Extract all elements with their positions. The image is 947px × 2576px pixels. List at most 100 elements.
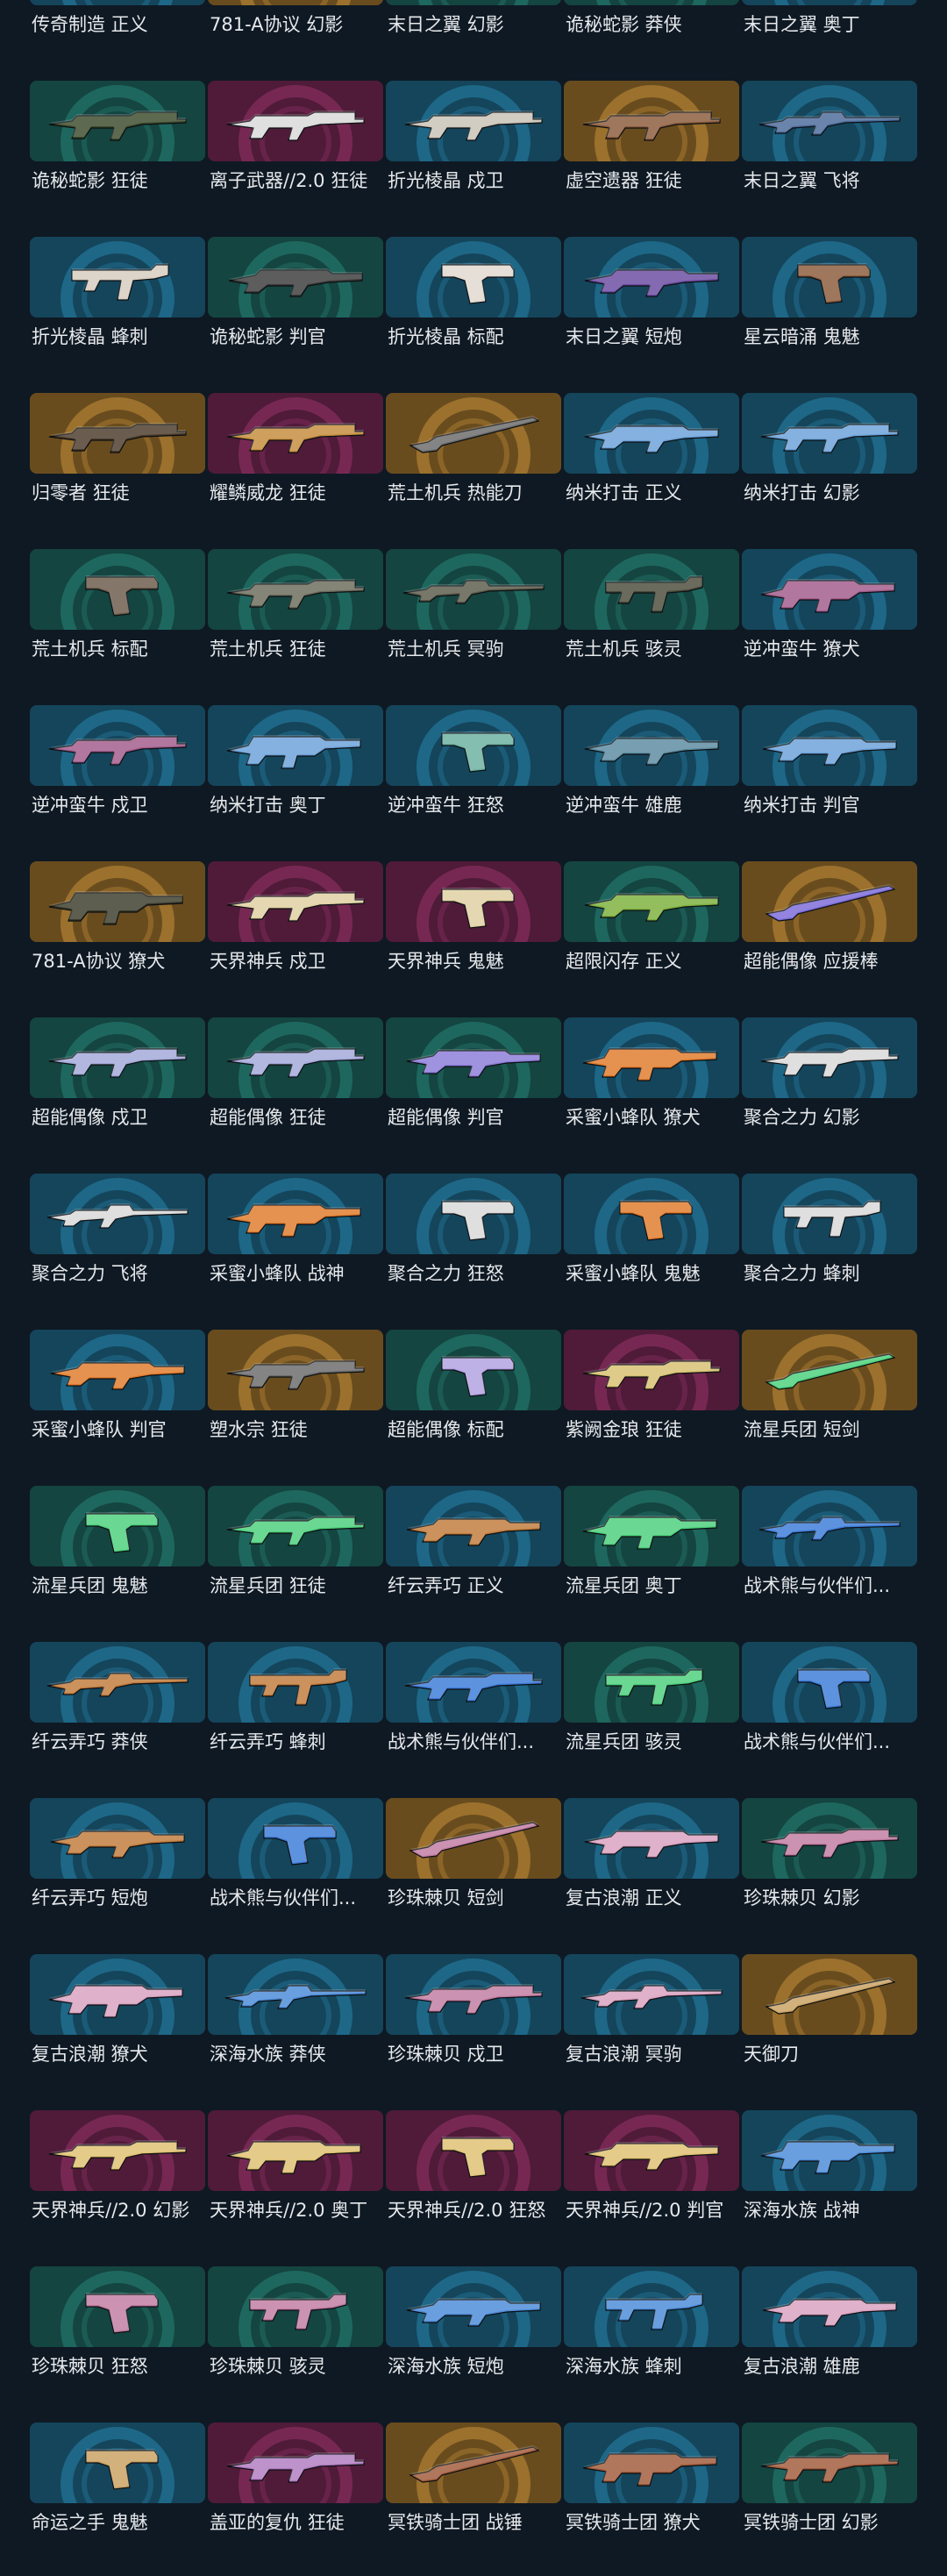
skin-tile[interactable]: 深海水族 战神 xyxy=(742,2110,917,2240)
skin-tile[interactable]: 逆冲蛮牛 獠犬 xyxy=(742,549,917,679)
skin-thumbnail[interactable] xyxy=(208,1174,383,1254)
skin-thumbnail[interactable] xyxy=(386,237,561,318)
skin-tile[interactable]: 珍珠棘贝 狂怒 xyxy=(30,2266,205,2396)
skin-thumbnail[interactable] xyxy=(208,1642,383,1723)
skin-thumbnail[interactable] xyxy=(386,1174,561,1254)
skin-thumbnail[interactable] xyxy=(386,0,561,5)
skin-tile[interactable]: 珍珠棘贝 骇灵 xyxy=(208,2266,383,2396)
skin-tile[interactable]: 流星兵团 鬼魅 xyxy=(30,1486,205,1616)
skin-thumbnail[interactable] xyxy=(30,237,205,318)
skin-thumbnail[interactable] xyxy=(742,237,917,318)
skin-tile[interactable]: 荒土机兵 冥驹 xyxy=(386,549,561,679)
skin-tile[interactable]: 超能偶像 判官 xyxy=(386,1017,561,1147)
skin-tile[interactable]: 荒土机兵 标配 xyxy=(30,549,205,679)
skin-thumbnail[interactable] xyxy=(208,861,383,942)
skin-thumbnail[interactable] xyxy=(30,0,205,5)
skin-thumbnail[interactable] xyxy=(564,2110,739,2191)
skin-thumbnail[interactable] xyxy=(564,0,739,5)
skin-tile[interactable]: 天界神兵//2.0 狂怒 xyxy=(386,2110,561,2240)
skin-tile[interactable]: 塑水宗 狂徒 xyxy=(208,1330,383,1459)
skin-tile[interactable]: 末日之翼 短炮 xyxy=(564,237,739,367)
skin-thumbnail[interactable] xyxy=(564,1954,739,2035)
skin-tile[interactable]: 781-A协议 幻影 xyxy=(208,0,383,54)
skin-tile[interactable]: 聚合之力 飞将 xyxy=(30,1174,205,1303)
skin-tile[interactable]: 深海水族 蜂刺 xyxy=(564,2266,739,2396)
skin-thumbnail[interactable] xyxy=(30,2423,205,2503)
skin-thumbnail[interactable] xyxy=(208,0,383,5)
skin-thumbnail[interactable] xyxy=(386,861,561,942)
skin-thumbnail[interactable] xyxy=(30,861,205,942)
skin-thumbnail[interactable] xyxy=(742,1017,917,1098)
skin-thumbnail[interactable] xyxy=(208,2266,383,2347)
skin-tile[interactable]: 纳米打击 正义 xyxy=(564,393,739,523)
skin-tile[interactable]: 纤云弄巧 正义 xyxy=(386,1486,561,1616)
skin-tile[interactable]: 末日之翼 奥丁 xyxy=(742,0,917,54)
skin-tile[interactable]: 超能偶像 标配 xyxy=(386,1330,561,1459)
skin-tile[interactable]: 战术熊与伙伴们... xyxy=(208,1798,383,1928)
skin-tile[interactable]: 深海水族 短炮 xyxy=(386,2266,561,2396)
skin-tile[interactable]: 传奇制造 正义 xyxy=(30,0,205,54)
skin-thumbnail[interactable] xyxy=(742,1174,917,1254)
skin-tile[interactable]: 天御刀 xyxy=(742,1954,917,2084)
skin-tile[interactable]: 超能偶像 应援棒 xyxy=(742,861,917,991)
skin-thumbnail[interactable] xyxy=(208,549,383,630)
skin-thumbnail[interactable] xyxy=(742,0,917,5)
skin-thumbnail[interactable] xyxy=(742,1642,917,1723)
skin-tile[interactable]: 流星兵团 短剑 xyxy=(742,1330,917,1459)
skin-tile[interactable]: 虚空遗器 狂徒 xyxy=(564,81,739,211)
skin-tile[interactable]: 战术熊与伙伴们... xyxy=(742,1486,917,1616)
skin-thumbnail[interactable] xyxy=(30,2110,205,2191)
skin-thumbnail[interactable] xyxy=(208,2423,383,2503)
skin-tile[interactable]: 紫阙金琅 狂徒 xyxy=(564,1330,739,1459)
skin-tile[interactable]: 冥铁骑士团 獠犬 xyxy=(564,2423,739,2552)
skin-thumbnail[interactable] xyxy=(742,549,917,630)
skin-tile[interactable]: 纳米打击 判官 xyxy=(742,705,917,835)
skin-tile[interactable]: 流星兵团 狂徒 xyxy=(208,1486,383,1616)
skin-thumbnail[interactable] xyxy=(30,1330,205,1410)
skin-thumbnail[interactable] xyxy=(564,1642,739,1723)
skin-tile[interactable]: 复古浪潮 雄鹿 xyxy=(742,2266,917,2396)
skin-tile[interactable]: 采蜜小蜂队 判官 xyxy=(30,1330,205,1459)
skin-tile[interactable]: 珍珠棘贝 短剑 xyxy=(386,1798,561,1928)
skin-tile[interactable]: 战术熊与伙伴们... xyxy=(742,1642,917,1772)
skin-tile[interactable]: 诡秘蛇影 判官 xyxy=(208,237,383,367)
skin-thumbnail[interactable] xyxy=(564,1798,739,1879)
skin-thumbnail[interactable] xyxy=(30,393,205,474)
skin-thumbnail[interactable] xyxy=(30,1798,205,1879)
skin-tile[interactable]: 天界神兵//2.0 奥丁 xyxy=(208,2110,383,2240)
skin-tile[interactable]: 纳米打击 奥丁 xyxy=(208,705,383,835)
skin-tile[interactable]: 折光棱晶 标配 xyxy=(386,237,561,367)
skin-thumbnail[interactable] xyxy=(742,2110,917,2191)
skin-tile[interactable]: 逆冲蛮牛 狂怒 xyxy=(386,705,561,835)
skin-thumbnail[interactable] xyxy=(30,81,205,161)
skin-tile[interactable]: 纳米打击 幻影 xyxy=(742,393,917,523)
skin-thumbnail[interactable] xyxy=(564,393,739,474)
skin-tile[interactable]: 纤云弄巧 蜂刺 xyxy=(208,1642,383,1772)
skin-tile[interactable]: 诡秘蛇影 莽侠 xyxy=(564,0,739,54)
skin-tile[interactable]: 逆冲蛮牛 雄鹿 xyxy=(564,705,739,835)
skin-thumbnail[interactable] xyxy=(386,2266,561,2347)
skin-tile[interactable]: 折光棱晶 戍卫 xyxy=(386,81,561,211)
skin-tile[interactable]: 聚合之力 幻影 xyxy=(742,1017,917,1147)
skin-tile[interactable]: 离子武器//2.0 狂徒 xyxy=(208,81,383,211)
skin-tile[interactable]: 盖亚的复仇 狂徒 xyxy=(208,2423,383,2552)
skin-thumbnail[interactable] xyxy=(742,2266,917,2347)
skin-thumbnail[interactable] xyxy=(386,705,561,786)
skin-thumbnail[interactable] xyxy=(208,1330,383,1410)
skin-thumbnail[interactable] xyxy=(742,2423,917,2503)
skin-thumbnail[interactable] xyxy=(208,1954,383,2035)
skin-thumbnail[interactable] xyxy=(742,1954,917,2035)
skin-thumbnail[interactable] xyxy=(386,1954,561,2035)
skin-tile[interactable]: 采蜜小蜂队 獠犬 xyxy=(564,1017,739,1147)
skin-tile[interactable]: 末日之翼 幻影 xyxy=(386,0,561,54)
skin-thumbnail[interactable] xyxy=(386,81,561,161)
skin-tile[interactable]: 流星兵团 骇灵 xyxy=(564,1642,739,1772)
skin-tile[interactable]: 战术熊与伙伴们... xyxy=(386,1642,561,1772)
skin-tile[interactable]: 荒土机兵 热能刀 xyxy=(386,393,561,523)
skin-tile[interactable]: 诡秘蛇影 狂徒 xyxy=(30,81,205,211)
skin-tile[interactable]: 荒土机兵 骇灵 xyxy=(564,549,739,679)
skin-tile[interactable]: 珍珠棘贝 戍卫 xyxy=(386,1954,561,2084)
skin-thumbnail[interactable] xyxy=(386,1642,561,1723)
skin-thumbnail[interactable] xyxy=(564,2423,739,2503)
skin-thumbnail[interactable] xyxy=(564,705,739,786)
